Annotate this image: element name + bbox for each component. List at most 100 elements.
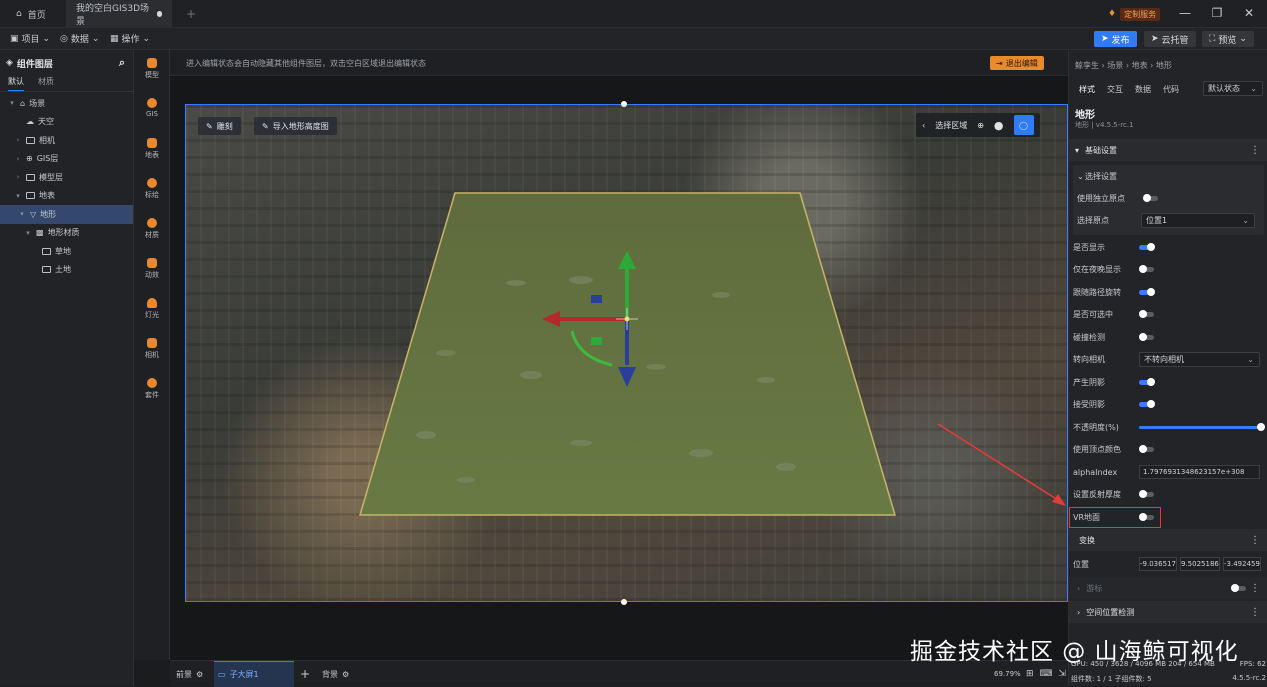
category-effect[interactable]: 动效 (134, 258, 170, 280)
select-settings-label: 选择设置 (1085, 171, 1117, 181)
tree-item-model[interactable]: › 模型层 (0, 168, 133, 187)
category-label: 动效 (145, 271, 159, 279)
terrain-icon: ▽ (30, 209, 37, 219)
tab-default[interactable]: 默认 (8, 76, 24, 91)
tree-item-surface[interactable]: ▾ 地表 (0, 187, 133, 206)
state-select[interactable]: 默认状态 ⌄ (1203, 81, 1263, 96)
category-surface[interactable]: 地表 (134, 138, 170, 160)
lasso-icon[interactable]: ◯ (1013, 115, 1034, 135)
tree-item-soil[interactable]: 土地 (0, 261, 133, 280)
position-y-input[interactable]: 9.5025186 (1180, 557, 1220, 571)
category-kit[interactable]: 套件 (134, 378, 170, 400)
category-light[interactable]: 灯光 (134, 298, 170, 320)
selectable-toggle[interactable] (1139, 310, 1154, 318)
chevron-down-icon: ⌄ (1250, 84, 1257, 93)
chevron-left-icon[interactable]: ‹ (922, 121, 925, 130)
subscreen-tab[interactable]: ▭ 子大屏1 (214, 661, 294, 687)
section-transform[interactable]: 变换 ⋮ (1069, 529, 1267, 551)
publish-button[interactable]: ➤ 发布 (1094, 31, 1137, 47)
close-icon[interactable]: ✕ (1242, 6, 1256, 20)
category-gis[interactable]: GIS (134, 98, 170, 118)
exit-edit-button[interactable]: ⇥ 退出编辑 (990, 56, 1044, 70)
vr-ground-toggle[interactable] (1139, 513, 1154, 521)
resize-handle-bottom[interactable] (621, 599, 627, 605)
kit-icon (147, 378, 157, 388)
more-icon[interactable]: ⋮ (1250, 535, 1260, 546)
category-material[interactable]: 材质 (134, 218, 170, 240)
section-spatial-check[interactable]: › 空间位置检测 ⋮ (1069, 601, 1267, 623)
select-settings-header[interactable]: ⌄ 选择设置 (1069, 165, 1267, 187)
resize-handle-top[interactable] (621, 101, 627, 107)
section-spatial-label: 空间位置检测 (1086, 607, 1135, 617)
tab-style[interactable]: 样式 (1079, 84, 1095, 95)
tab-data[interactable]: 数据 (1135, 84, 1151, 95)
preview-button[interactable]: ⛶ 预览 ⌄ (1202, 31, 1254, 47)
import-heightmap-button[interactable]: ✎ 导入地形高度图 (254, 117, 337, 135)
minimize-icon[interactable]: — (1178, 6, 1192, 20)
opacity-slider-track[interactable] (1139, 426, 1261, 429)
sculpt-button[interactable]: ✎ 雕刻 (198, 117, 241, 135)
cloud-host-button[interactable]: ➤ 云托管 (1144, 31, 1196, 47)
project-menu[interactable]: ▣ 项目 ⌄ (10, 32, 50, 46)
foreground-tab[interactable]: 前景 ⚙ (176, 661, 203, 687)
vertex-color-toggle[interactable] (1139, 445, 1154, 453)
circle-icon[interactable]: ● (994, 119, 1004, 132)
visible-label: 是否显示 (1073, 242, 1105, 252)
row-cast-shadow: 产生阴影 (1069, 371, 1267, 393)
row-visible: 是否显示 (1069, 236, 1267, 258)
add-tab-button[interactable]: + (176, 0, 206, 28)
data-menu[interactable]: ◎ 数据 ⌄ (60, 32, 99, 46)
search-icon[interactable]: ⌕ (119, 56, 125, 70)
background-tab[interactable]: 背景 ⚙ (322, 661, 349, 687)
tab-material[interactable]: 材质 (38, 76, 54, 91)
select-origin-dropdown[interactable]: 位置1 ⌄ (1141, 213, 1255, 228)
more-icon[interactable]: ⋮ (1250, 607, 1260, 618)
tree-item-sky[interactable]: ☁ 天空 (0, 113, 133, 132)
maximize-icon[interactable]: ❐ (1210, 6, 1224, 20)
keyboard-icon[interactable]: ⌨ (1040, 669, 1053, 679)
section-anchor-label: 游标 (1086, 583, 1103, 593)
tree-item-terrain[interactable]: ▾ ▽ 地形 (0, 205, 133, 224)
position-x-input[interactable]: -9.036517 (1139, 557, 1177, 571)
section-anchor[interactable]: › 游标 ⋮ (1069, 577, 1267, 599)
category-label: 地表 (145, 151, 159, 159)
tab-document[interactable]: 我的空白GIS3D场景 (66, 0, 172, 28)
tree-item-terrain-material[interactable]: ▾ ▩ 地形材质 (0, 224, 133, 243)
fit-icon[interactable]: ⊞ (1026, 669, 1034, 679)
tab-interaction[interactable]: 交互 (1107, 84, 1123, 95)
alpha-index-input[interactable]: 1.7976931348623157e+308 (1139, 465, 1260, 479)
more-icon[interactable]: ⋮ (1250, 145, 1260, 156)
category-label: 相机 (145, 351, 159, 359)
tab-home[interactable]: ⌂ 首页 (6, 0, 56, 28)
night-only-toggle[interactable] (1139, 265, 1154, 273)
cast-shadow-toggle[interactable] (1139, 378, 1155, 386)
category-camera[interactable]: 相机 (134, 338, 170, 360)
crosshair-icon[interactable]: ⊕ (977, 121, 984, 130)
expand-icon[interactable]: ⇲ (1059, 669, 1067, 679)
position-z-input[interactable]: -3.492459 (1223, 557, 1261, 571)
tree-item-gis[interactable]: › ⊕ GIS层 (0, 150, 133, 169)
collision-toggle[interactable] (1139, 333, 1154, 341)
visible-toggle[interactable] (1139, 243, 1155, 251)
tree-item-camera[interactable]: › 相机 (0, 131, 133, 150)
category-marker[interactable]: 标绘 (134, 178, 170, 200)
select-region-label[interactable]: 选择区域 (935, 120, 967, 131)
more-icon[interactable]: ⋮ (1250, 583, 1260, 594)
anchor-toggle[interactable] (1231, 584, 1246, 592)
reflection-toggle[interactable] (1139, 490, 1154, 498)
face-camera-dropdown[interactable]: 不转向相机 ⌄ (1139, 352, 1260, 367)
opacity-slider-handle[interactable] (1257, 423, 1265, 431)
custom-service-button[interactable]: ♦ 定制服务 (1108, 6, 1161, 22)
receive-shadow-toggle[interactable] (1139, 400, 1155, 408)
section-basic[interactable]: ▾ 基础设置 ⋮ (1069, 139, 1267, 161)
follow-path-toggle[interactable] (1139, 288, 1155, 296)
category-model[interactable]: 模型 (134, 58, 170, 80)
tab-code[interactable]: 代码 (1163, 84, 1179, 95)
tree-item-scene[interactable]: ▾ ⌂ 场景 (0, 94, 133, 113)
operate-menu[interactable]: ▦ 操作 ⌄ (110, 32, 150, 46)
own-origin-toggle[interactable] (1143, 194, 1158, 202)
folder-icon (26, 136, 35, 144)
editor-canvas[interactable]: ✎ 雕刻 ✎ 导入地形高度图 ‹ 选择区域 ⊕ ● ◯ (170, 76, 1068, 660)
add-screen-button[interactable]: + (300, 661, 310, 687)
tree-item-grass[interactable]: 草地 (0, 242, 133, 261)
